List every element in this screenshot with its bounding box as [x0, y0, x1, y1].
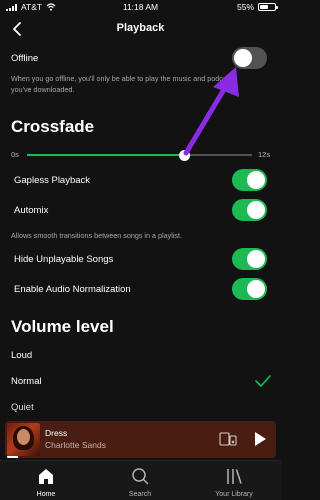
toggle-knob — [247, 280, 265, 298]
offline-toggle[interactable] — [232, 47, 267, 69]
nav-search-label: Search — [128, 491, 152, 498]
offline-label: Offline — [11, 53, 39, 64]
toggle-knob — [247, 201, 265, 219]
volume-option-loud[interactable]: Loud — [11, 350, 32, 361]
battery-icon — [258, 3, 278, 11]
hide-unplayable-toggle[interactable] — [232, 248, 267, 270]
automix-toggle[interactable] — [232, 199, 267, 221]
nav-library-label: Your Library — [215, 491, 253, 498]
normalization-toggle[interactable] — [232, 278, 267, 300]
search-icon — [132, 468, 149, 485]
volume-level-title: Volume level — [11, 317, 114, 336]
hide-unplayable-label: Hide Unplayable Songs — [14, 254, 114, 265]
bottom-nav: Home Search Your Library — [0, 460, 281, 500]
library-icon — [227, 469, 242, 484]
now-playing-bar[interactable]: Dress Charlotte Sands — [5, 421, 276, 458]
volume-option-quiet[interactable]: Quiet — [11, 402, 34, 413]
toggle-knob — [247, 171, 265, 189]
crossfade-slider-fill — [27, 154, 185, 156]
header: Playback — [0, 14, 281, 44]
offline-description-line1: When you go offline, you'll only be able… — [11, 74, 236, 83]
page-title: Playback — [116, 22, 165, 34]
crossfade-slider-thumb[interactable] — [179, 149, 190, 161]
nav-search[interactable]: Search — [100, 461, 180, 500]
nav-home[interactable]: Home — [6, 461, 86, 500]
volume-option-normal[interactable]: Normal — [11, 376, 42, 387]
checkmark-icon — [255, 375, 271, 387]
album-art-face — [17, 429, 30, 445]
status-bar: AT&T 11:18 AM 55% — [0, 0, 281, 14]
nav-library[interactable]: Your Library — [194, 461, 274, 500]
now-playing-progress — [7, 456, 18, 458]
offline-description-line2: you've downloaded. — [11, 85, 75, 94]
gapless-toggle[interactable] — [232, 169, 267, 191]
gapless-label: Gapless Playback — [14, 175, 91, 186]
toggle-knob — [234, 49, 252, 67]
crossfade-min-label: 0s — [11, 150, 19, 159]
automix-description: Allows smooth transitions between songs … — [11, 231, 182, 240]
offline-description: When you go offline, you'll only be able… — [11, 73, 273, 95]
normalization-label: Enable Audio Normalization — [14, 284, 131, 295]
home-icon — [39, 469, 53, 484]
play-icon[interactable] — [253, 431, 267, 447]
playback-settings-screen: AT&T 11:18 AM 55% Playback Offline When … — [0, 0, 281, 500]
devices-icon[interactable] — [219, 431, 237, 447]
crossfade-max-label: 12s — [258, 150, 271, 159]
album-art — [7, 423, 40, 456]
toggle-knob — [247, 250, 265, 268]
now-playing-song: Dress — [45, 428, 68, 438]
battery-fill — [260, 5, 268, 9]
crossfade-slider[interactable] — [27, 149, 252, 161]
automix-label: Automix — [14, 205, 49, 216]
now-playing-artist: Charlotte Sands — [45, 440, 106, 450]
status-right: 55% — [236, 2, 278, 12]
crossfade-title: Crossfade — [11, 117, 95, 136]
nav-home-label: Home — [36, 491, 56, 498]
battery-percent: 55% — [236, 2, 254, 12]
